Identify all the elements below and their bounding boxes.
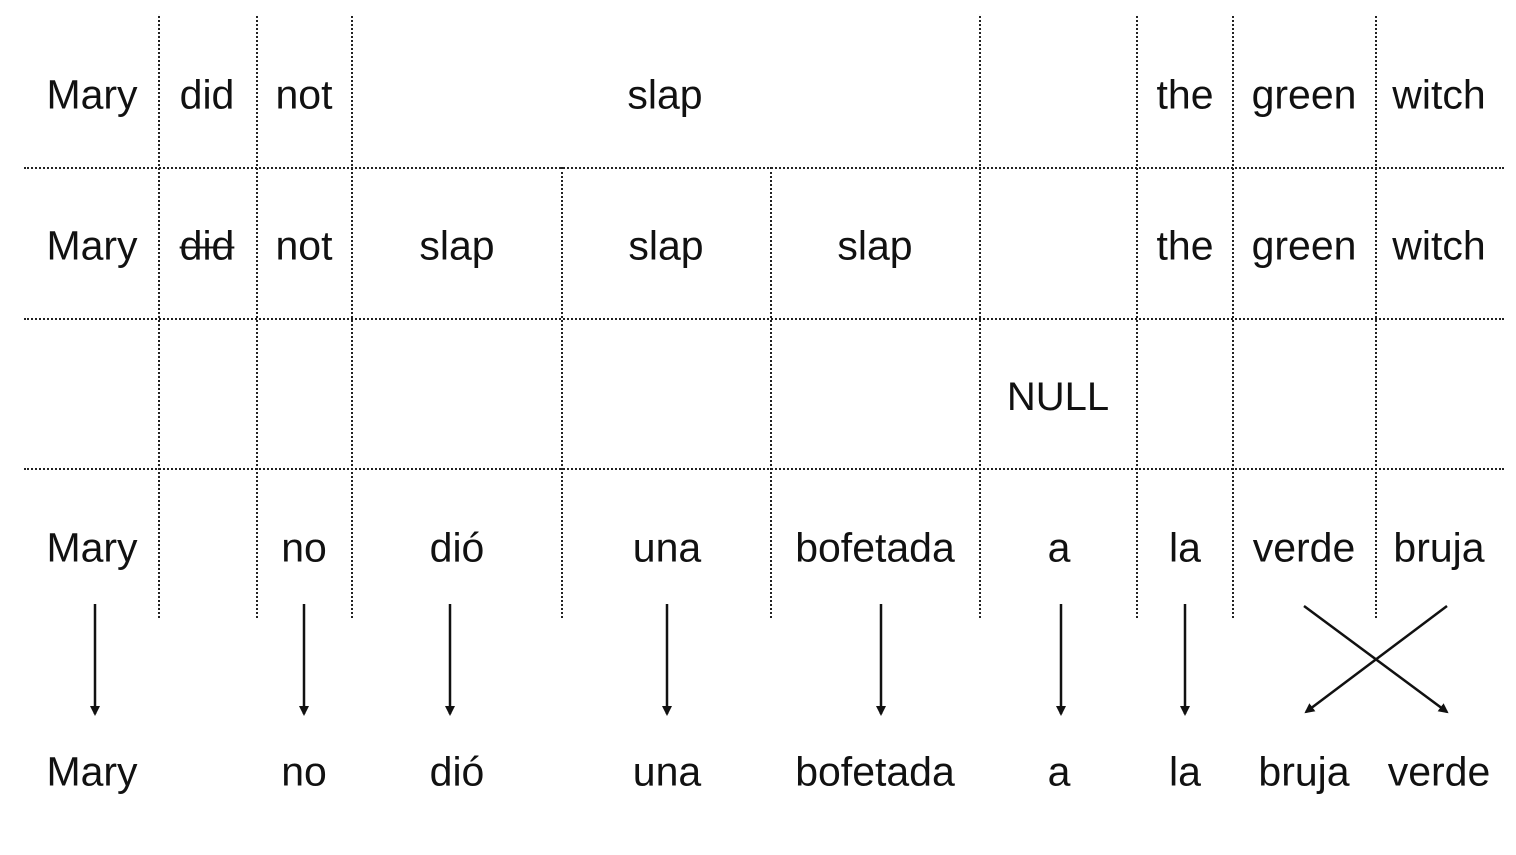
- output-word: a: [1047, 748, 1071, 795]
- output-word: bofetada: [795, 748, 955, 795]
- output-word: Mary: [46, 748, 138, 795]
- word-alignment-diagram: Mary did not slap the green witch Mary d…: [0, 0, 1516, 855]
- output-word: una: [632, 748, 702, 795]
- output-word: no: [281, 748, 327, 795]
- output-word: verde: [1387, 748, 1491, 795]
- alignment-arrows: [90, 604, 1449, 716]
- output-word: bruja: [1258, 748, 1350, 795]
- output-word: la: [1169, 748, 1201, 795]
- output-word: dió: [429, 748, 485, 795]
